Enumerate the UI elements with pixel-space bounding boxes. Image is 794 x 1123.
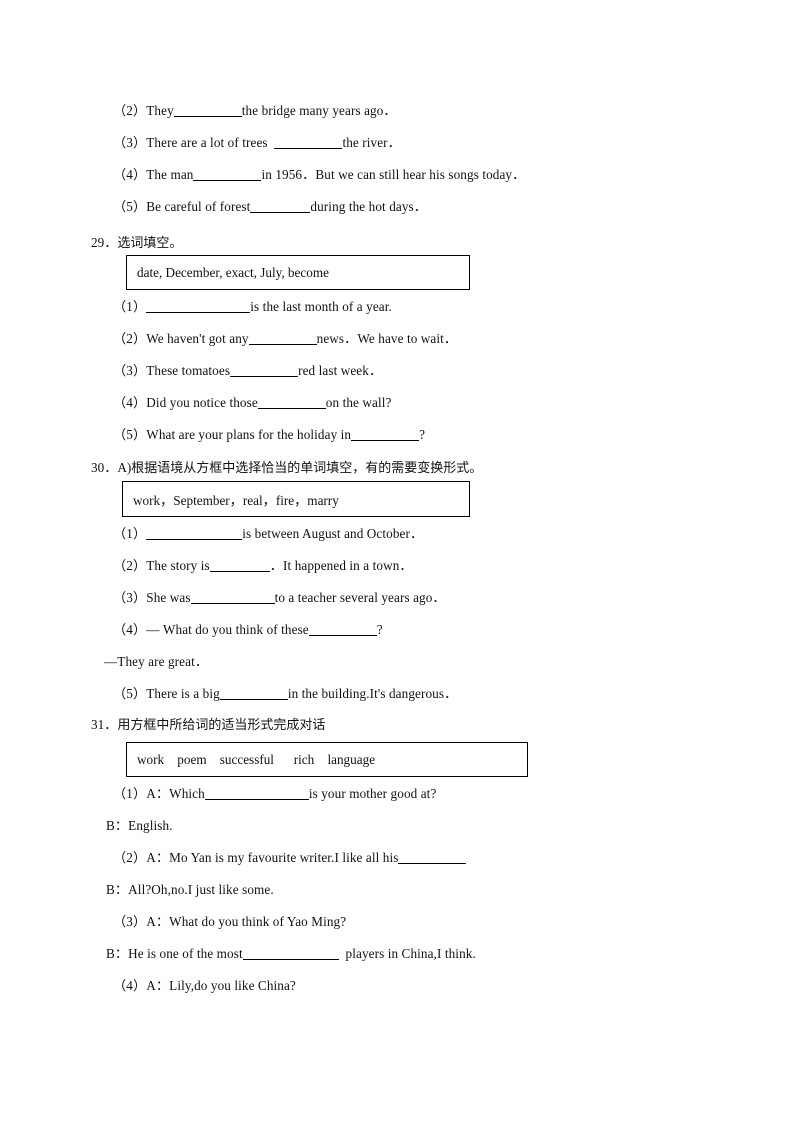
item-lead: （4）— What do you think of these: [113, 622, 309, 637]
word-bank-text: work poem successful rich language: [137, 751, 376, 767]
question-prompt: 用方框中所给词的适当形式完成对话: [117, 718, 326, 733]
item-lead: （2）The story is: [113, 558, 210, 573]
word-bank-29: date, December, exact, July, become: [126, 255, 470, 290]
q29-item-5: （5）What are your plans for the holiday i…: [113, 426, 425, 443]
item-lead: （4）Did you notice those: [113, 395, 258, 410]
word-bank-30: work，September，real，fire，marry: [122, 481, 470, 517]
document-page: （2）They the bridge many years ago． （3）The…: [0, 0, 794, 1123]
item-lead: （1）A：Which: [113, 786, 205, 801]
question-part-label: A): [117, 460, 132, 475]
q29-item-4: （4）Did you notice those on the wall?: [113, 394, 391, 411]
fill-blank[interactable]: [242, 946, 339, 960]
question-number: 30．: [91, 460, 118, 475]
q30-item-3: （3）She was to a teacher several years ago…: [113, 589, 446, 606]
q30-item-5: （5）There is a big in the building.It's da…: [113, 685, 457, 702]
item-tail: in the building.It's dangerous．: [287, 686, 458, 701]
line-lead: （2）They: [113, 103, 174, 118]
q29-item-3: （3）These tomatoes red last week．: [113, 362, 382, 379]
word-bank-31: work poem successful rich language: [126, 742, 528, 777]
fill-blank[interactable]: [351, 427, 420, 441]
line-tail: the river．: [342, 135, 401, 150]
exercise-line: （4）The man in 1956．But we can still hear …: [113, 166, 525, 183]
line-lead: （5）Be careful of forest: [113, 199, 251, 214]
fill-blank[interactable]: [257, 395, 326, 409]
q29-item-1: （1） is the last month of a year.: [113, 298, 392, 315]
line-tail: during the hot days．: [310, 199, 428, 214]
item-tail: to a teacher several years ago．: [274, 590, 446, 605]
line-tail: in 1956．But we can still hear his songs …: [261, 167, 526, 182]
item-tail: ?: [376, 622, 383, 637]
exercise-line: （5）Be careful of forest during the hot da…: [113, 198, 427, 215]
q31-reply-2: B：All?Oh,no.I just like some.: [106, 882, 274, 897]
fill-blank[interactable]: [173, 103, 242, 117]
fill-blank[interactable]: [274, 135, 343, 149]
item-tail: on the wall?: [325, 395, 392, 410]
word-bank-text: date, December, exact, July, become: [137, 264, 329, 280]
fill-blank[interactable]: [190, 590, 275, 604]
q30-item-4: （4）— What do you think of these?: [113, 621, 383, 638]
fill-blank[interactable]: [193, 167, 262, 181]
item-tail: news．We have to wait．: [316, 331, 458, 346]
q31-item-3: （3）A：What do you think of Yao Ming?: [113, 914, 347, 929]
question-number: 31．: [91, 717, 118, 732]
q31-item-1: （1）A：Which is your mother good at?: [113, 785, 436, 802]
fill-blank[interactable]: [398, 850, 467, 864]
q30-item-2: （2）The story is ．It happened in a town．: [113, 557, 413, 574]
item-lead: （3）These tomatoes: [113, 363, 231, 378]
line-lead: （3）There are a lot of trees: [113, 135, 275, 150]
q29-item-2: （2）We haven't got any news．We have to wai…: [113, 330, 457, 347]
fill-blank[interactable]: [230, 363, 299, 377]
fill-blank[interactable]: [209, 558, 270, 572]
item-lead: （3）She was: [113, 590, 191, 605]
item-tail: is between August and October．: [242, 526, 424, 541]
line-lead: （4）The man: [113, 167, 194, 182]
fill-blank[interactable]: [204, 786, 309, 800]
question-prompt: 选词填空。: [117, 236, 183, 251]
item-tail: red last week．: [298, 363, 383, 378]
question-30-heading: 30．A)根据语境从方框中选择恰当的单词填空，有的需要变换形式。: [91, 459, 482, 478]
item-lead: B：He is one of the most: [106, 946, 243, 961]
line-tail: the bridge many years ago．: [241, 103, 397, 118]
q31-item-2: （2）A：Mo Yan is my favourite writer.I lik…: [113, 849, 467, 866]
q31-reply-3: B：He is one of the most players in China…: [106, 945, 476, 962]
question-31-heading: 31．用方框中所给词的适当形式完成对话: [91, 716, 325, 735]
fill-blank[interactable]: [219, 686, 288, 700]
exercise-line: （3）There are a lot of trees the river．: [113, 134, 401, 151]
fill-blank[interactable]: [248, 331, 317, 345]
fill-blank[interactable]: [308, 622, 377, 636]
item-tail: is your mother good at?: [308, 786, 437, 801]
item-tail: ?: [419, 427, 426, 442]
item-lead: （1）: [113, 299, 147, 314]
question-number: 29．: [91, 235, 118, 250]
item-tail: is the last month of a year.: [250, 299, 392, 314]
item-lead: （2）A：Mo Yan is my favourite writer.I lik…: [113, 850, 399, 865]
question-prompt: 根据语境从方框中选择恰当的单词填空，有的需要变换形式。: [131, 461, 483, 476]
question-29-heading: 29．选词填空。: [91, 234, 182, 253]
q30-answer-line: —They are great．: [104, 654, 209, 669]
fill-blank[interactable]: [250, 199, 311, 213]
fill-blank[interactable]: [146, 299, 251, 313]
item-lead: （1）: [113, 526, 147, 541]
exercise-line: （2）They the bridge many years ago．: [113, 102, 397, 119]
q31-item-4: （4）A：Lily,do you like China?: [113, 978, 296, 993]
q30-item-1: （1） is between August and October．: [113, 525, 423, 542]
fill-blank[interactable]: [146, 526, 243, 540]
item-lead: （2）We haven't got any: [113, 331, 249, 346]
item-tail: ．It happened in a town．: [269, 558, 413, 573]
item-lead: （5）There is a big: [113, 686, 220, 701]
q31-reply-1: B：English.: [106, 818, 173, 833]
item-tail: players in China,I think.: [338, 946, 476, 961]
word-bank-text: work，September，real，fire，marry: [133, 492, 339, 508]
item-lead: （5）What are your plans for the holiday i…: [113, 427, 352, 442]
